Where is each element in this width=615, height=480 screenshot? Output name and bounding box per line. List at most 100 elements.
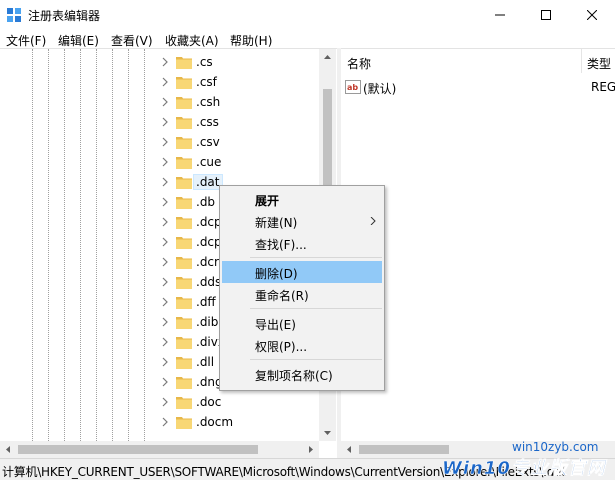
chevron-right-icon[interactable] [160, 137, 170, 147]
scroll-right-icon[interactable] [302, 441, 319, 458]
minimize-button[interactable] [477, 0, 523, 30]
folder-icon [176, 97, 192, 109]
watermark-site: win10zyb.com [512, 440, 599, 454]
chevron-right-icon[interactable] [160, 57, 170, 67]
menu-view[interactable]: 查看(V) [111, 32, 153, 49]
tree-item-label: .dib [196, 315, 219, 329]
tree-item[interactable]: .css [160, 112, 320, 132]
ctx-expand-label: 展开 [255, 194, 280, 208]
tree-item-label: .css [196, 115, 219, 129]
folder-icon [176, 397, 192, 409]
scroll-left-icon[interactable] [341, 441, 358, 458]
tree-item-label: .dcr [196, 255, 219, 269]
tree-guide-line [112, 49, 113, 441]
chevron-right-icon[interactable] [160, 257, 170, 267]
folder-icon [176, 177, 192, 189]
tree-item-label: .csf [196, 75, 217, 89]
chevron-right-icon[interactable] [160, 97, 170, 107]
tree-item-label: .dcp [196, 235, 222, 249]
value-type: REG [591, 80, 615, 94]
ctx-export-label: 导出(E) [255, 318, 296, 332]
tree-hscroll-thumb[interactable] [18, 445, 258, 454]
scroll-up-icon[interactable] [319, 49, 336, 66]
close-icon [587, 10, 597, 20]
column-header-name[interactable]: 名称 [347, 49, 371, 73]
tree-guide-line [48, 49, 49, 441]
scroll-left-icon[interactable] [0, 441, 17, 458]
tree-guide-line [144, 49, 145, 441]
ctx-find[interactable]: 查找(F)... [222, 232, 382, 254]
folder-icon [176, 417, 192, 429]
tree-item-label: .dff [196, 295, 216, 309]
ctx-copy-key-name-label: 复制项名称(C) [255, 369, 333, 383]
tree-guide-line [32, 49, 33, 441]
chevron-right-icon[interactable] [160, 157, 170, 167]
tree-item-label: .cs [196, 55, 213, 69]
ctx-export[interactable]: 导出(E) [222, 312, 382, 334]
title-bar: 注册表编辑器 [0, 0, 615, 30]
ctx-new[interactable]: 新建(N) [222, 210, 382, 232]
folder-icon [176, 117, 192, 129]
folder-icon [176, 317, 192, 329]
tree-guide-line [128, 49, 129, 441]
folder-icon [176, 237, 192, 249]
folder-icon [176, 377, 192, 389]
menu-favorites[interactable]: 收藏夹(A) [165, 32, 219, 49]
menu-file[interactable]: 文件(F) [6, 32, 46, 49]
chevron-right-icon[interactable] [160, 117, 170, 127]
tree-item[interactable]: .csh [160, 92, 320, 112]
chevron-right-icon[interactable] [160, 237, 170, 247]
tree-item-label: .dcp [196, 215, 222, 229]
chevron-right-icon[interactable] [160, 377, 170, 387]
menu-edit[interactable]: 编辑(E) [58, 32, 99, 49]
folder-icon [176, 257, 192, 269]
value-row[interactable]: ab (默认) REG [345, 77, 615, 97]
tree-item[interactable]: .docm [160, 412, 320, 432]
column-header-type[interactable]: 类型 [587, 49, 611, 73]
chevron-right-icon[interactable] [160, 337, 170, 347]
folder-icon [176, 57, 192, 69]
tree-item-label: .dll [196, 355, 215, 369]
chevron-right-icon[interactable] [160, 317, 170, 327]
ctx-permissions[interactable]: 权限(P)... [222, 334, 382, 356]
folder-icon [176, 337, 192, 349]
menu-help[interactable]: 帮助(H) [230, 32, 272, 49]
chevron-right-icon[interactable] [160, 77, 170, 87]
ctx-delete-label: 删除(D) [255, 267, 298, 281]
folder-icon [176, 357, 192, 369]
tree-item-label: .docm [196, 415, 234, 429]
tree-item-label: .dds [196, 275, 222, 289]
tree-item[interactable]: .cue [160, 152, 320, 172]
tree-item[interactable]: .doc [160, 392, 320, 412]
chevron-right-icon[interactable] [160, 357, 170, 367]
tree-item-label: .db [196, 195, 216, 209]
tree-item[interactable]: .csf [160, 72, 320, 92]
ctx-copy-key-name[interactable]: 复制项名称(C) [222, 363, 382, 385]
chevron-right-icon[interactable] [160, 217, 170, 227]
chevron-right-icon[interactable] [160, 397, 170, 407]
scroll-down-icon[interactable] [319, 424, 336, 441]
chevron-right-icon[interactable] [160, 277, 170, 287]
chevron-right-icon[interactable] [160, 197, 170, 207]
string-value-icon: ab [345, 80, 361, 94]
chevron-right-icon[interactable] [160, 177, 170, 187]
tree-item-label: .csh [196, 95, 221, 109]
watermark-brand: Win10专业版官网 [442, 458, 606, 480]
minimize-icon [495, 14, 505, 16]
ctx-find-label: 查找(F)... [255, 238, 307, 252]
chevron-right-icon[interactable] [160, 417, 170, 427]
tree-item[interactable]: .csv [160, 132, 320, 152]
maximize-icon [541, 10, 551, 20]
tree-item[interactable]: .cs [160, 52, 320, 72]
value-name: (默认) [363, 82, 397, 96]
column-divider[interactable] [581, 49, 582, 73]
chevron-right-icon[interactable] [160, 297, 170, 307]
ctx-rename[interactable]: 重命名(R) [222, 283, 382, 305]
maximize-button[interactable] [523, 0, 569, 30]
tree-guide-line [96, 49, 97, 441]
ctx-delete[interactable]: 删除(D) [222, 261, 382, 283]
tree-horizontal-scrollbar[interactable] [0, 441, 319, 458]
ctx-expand[interactable]: 展开 [222, 188, 382, 210]
close-button[interactable] [569, 0, 615, 30]
ctx-rename-label: 重命名(R) [255, 289, 309, 303]
